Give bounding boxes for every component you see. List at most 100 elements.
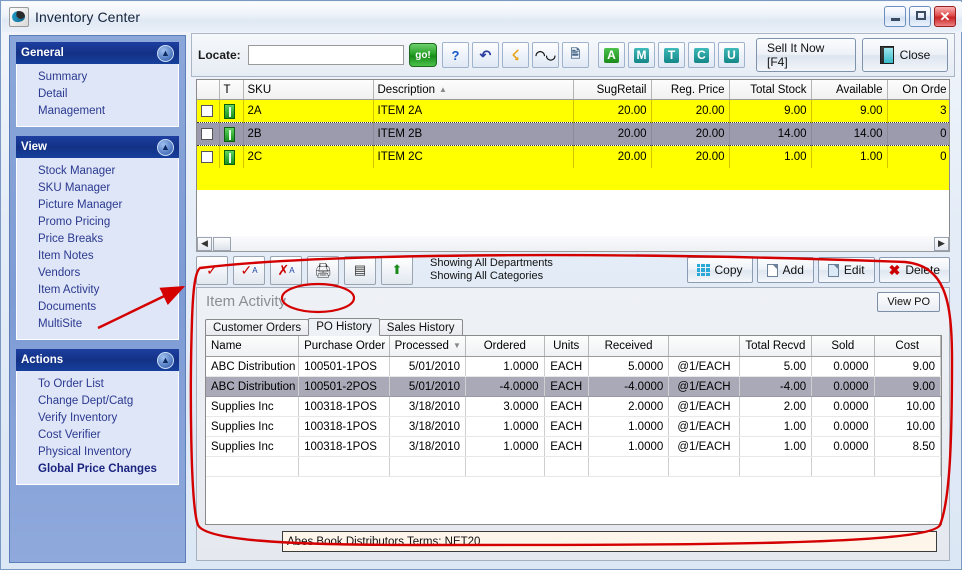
- sidebar-group-view: View ▲ Stock Manager SKU Manager Picture…: [16, 136, 179, 340]
- grid-horizontal-scrollbar[interactable]: ◀ ▶: [196, 236, 950, 252]
- sidebar-item-global-price-changes[interactable]: Global Price Changes: [17, 461, 178, 478]
- print-button[interactable]: 🖨: [307, 255, 339, 285]
- list-view-button[interactable]: ▤: [344, 255, 376, 285]
- lightning-icon[interactable]: ☇: [502, 42, 529, 68]
- sidebar-item-to-order-list[interactable]: To Order List: [17, 376, 178, 393]
- po-col-name[interactable]: Name: [206, 336, 300, 357]
- row-checkbox[interactable]: [201, 150, 213, 163]
- filter-m-button[interactable]: M: [628, 42, 655, 68]
- tab-sales-history[interactable]: Sales History: [378, 319, 463, 336]
- table-row[interactable]: 2A ITEM 2A 20.00 20.00 9.00 9.00 3: [197, 99, 949, 123]
- filter-t-button[interactable]: T: [658, 42, 685, 68]
- col-sku[interactable]: SKU: [243, 80, 374, 100]
- row-checkbox[interactable]: [201, 127, 213, 140]
- sidebar-item-stock-manager[interactable]: Stock Manager: [17, 163, 178, 180]
- view-po-button[interactable]: View PO: [877, 292, 940, 312]
- sidebar-item-summary[interactable]: Summary: [17, 69, 178, 86]
- po-col-rate[interactable]: [668, 336, 740, 357]
- sidebar-group-header-view[interactable]: View ▲: [16, 136, 179, 158]
- table-row[interactable]: 2C ITEM 2C 20.00 20.00 1.00 1.00 0: [197, 145, 949, 168]
- po-col-purchase-order[interactable]: Purchase Order: [298, 336, 390, 357]
- po-col-ordered[interactable]: Ordered: [465, 336, 545, 357]
- sidebar-item-vendors[interactable]: Vendors: [17, 265, 178, 282]
- sidebar-item-item-activity[interactable]: Item Activity: [17, 282, 178, 299]
- help-icon[interactable]: ?: [442, 42, 469, 68]
- row-checkbox[interactable]: [201, 104, 213, 117]
- po-cell-sold: 0.0000: [811, 376, 875, 397]
- po-col-received[interactable]: Received: [588, 336, 670, 357]
- col-regprice[interactable]: Reg. Price: [651, 80, 730, 100]
- col-totalstock[interactable]: Total Stock: [729, 80, 812, 100]
- sidebar-item-item-notes[interactable]: Item Notes: [17, 248, 178, 265]
- table-row[interactable]: Supplies Inc 100318-1POS 3/18/2010 3.000…: [206, 396, 941, 417]
- sidebar-item-physical-inventory[interactable]: Physical Inventory: [17, 444, 178, 461]
- sidebar: General ▲ Summary Detail Management View…: [9, 35, 186, 563]
- item-grid[interactable]: T SKU Description ▲ SugRetail Reg. Price …: [196, 79, 950, 245]
- sell-it-now-button[interactable]: Sell It Now [F4]: [756, 38, 856, 72]
- edit-button[interactable]: Edit: [817, 257, 875, 283]
- sidebar-item-management[interactable]: Management: [17, 103, 178, 120]
- locate-input[interactable]: [247, 45, 404, 65]
- sidebar-item-promo-pricing[interactable]: Promo Pricing: [17, 214, 178, 231]
- sidebar-item-multisite[interactable]: MultiSite: [17, 316, 178, 333]
- po-history-table-wrapper[interactable]: Name Purchase Order Processed ▼ Ordered U…: [205, 335, 942, 525]
- filter-u-button[interactable]: U: [718, 42, 745, 68]
- col-t[interactable]: T: [219, 80, 244, 100]
- sidebar-item-sku-manager[interactable]: SKU Manager: [17, 180, 178, 197]
- check-mark-button[interactable]: ✓: [196, 255, 228, 285]
- tab-po-history[interactable]: PO History: [308, 318, 380, 336]
- add-button[interactable]: Add: [756, 257, 814, 283]
- close-window-button[interactable]: ✕: [934, 6, 956, 27]
- table-row[interactable]: 2B ITEM 2B 20.00 20.00 14.00 14.00 0: [197, 122, 949, 146]
- table-row[interactable]: Supplies Inc 100318-1POS 3/18/2010 1.000…: [206, 416, 941, 437]
- go-button[interactable]: go!: [409, 43, 437, 67]
- col-onorder[interactable]: On Orde: [887, 80, 949, 100]
- chevron-up-icon[interactable]: ▲: [157, 138, 174, 156]
- col-available[interactable]: Available: [811, 80, 888, 100]
- po-col-sold[interactable]: Sold: [811, 336, 875, 357]
- filter-a-button[interactable]: A: [598, 42, 625, 68]
- maximize-button[interactable]: [909, 6, 931, 27]
- cell-description: ITEM 2A: [373, 99, 574, 123]
- col-sugretail[interactable]: SugRetail: [573, 80, 652, 100]
- sidebar-item-verify-inventory[interactable]: Verify Inventory: [17, 410, 178, 427]
- refresh-icon[interactable]: ↶: [472, 42, 499, 68]
- filter-c-button[interactable]: C: [688, 42, 715, 68]
- preview-icon[interactable]: 🖹: [562, 42, 589, 68]
- table-row[interactable]: Supplies Inc 100318-1POS 3/18/2010 1.000…: [206, 436, 941, 457]
- po-cell-units: EACH: [544, 416, 589, 437]
- col-description[interactable]: Description ▲: [373, 80, 574, 100]
- uncheck-all-button[interactable]: ✗ A: [270, 255, 302, 285]
- table-row[interactable]: ABC Distribution 100501-1POS 5/01/2010 1…: [206, 356, 941, 377]
- copy-button[interactable]: Copy: [686, 257, 753, 283]
- export-button[interactable]: ⬆: [381, 255, 413, 285]
- sidebar-item-picture-manager[interactable]: Picture Manager: [17, 197, 178, 214]
- po-cell-name: Supplies Inc: [206, 416, 300, 437]
- check-all-button[interactable]: ✓ A: [233, 255, 265, 285]
- po-col-total-recvd[interactable]: Total Recvd: [739, 336, 813, 357]
- tab-customer-orders[interactable]: Customer Orders: [205, 319, 310, 336]
- po-col-cost[interactable]: Cost: [874, 336, 941, 357]
- sidebar-item-documents[interactable]: Documents: [17, 299, 178, 316]
- po-col-processed[interactable]: Processed ▼: [389, 336, 467, 357]
- sidebar-item-price-breaks[interactable]: Price Breaks: [17, 231, 178, 248]
- chevron-up-icon[interactable]: ▲: [157, 351, 174, 369]
- scrollbar-thumb[interactable]: [213, 236, 231, 251]
- sell-it-now-label: Sell It Now [F4]: [767, 41, 825, 69]
- sidebar-group-header-general[interactable]: General ▲: [16, 42, 179, 64]
- chevron-up-icon[interactable]: ▲: [157, 44, 174, 62]
- sidebar-item-cost-verifier[interactable]: Cost Verifier: [17, 427, 178, 444]
- sidebar-item-change-dept-catg[interactable]: Change Dept/Catg: [17, 393, 178, 410]
- delete-button[interactable]: ✖ Delete: [878, 257, 950, 283]
- close-button[interactable]: Close: [862, 38, 948, 72]
- col-check[interactable]: [197, 80, 220, 100]
- binoculars-icon[interactable]: ◠◡: [532, 42, 559, 68]
- po-col-units[interactable]: Units: [544, 336, 589, 357]
- po-filler-row: [206, 456, 941, 477]
- scroll-right-icon[interactable]: ▶: [934, 236, 949, 251]
- minimize-button[interactable]: [884, 6, 906, 27]
- sidebar-group-header-actions[interactable]: Actions ▲: [16, 349, 179, 371]
- scroll-left-icon[interactable]: ◀: [197, 236, 212, 251]
- sidebar-item-detail[interactable]: Detail: [17, 86, 178, 103]
- table-row[interactable]: ABC Distribution 100501-2POS 5/01/2010 -…: [206, 376, 941, 397]
